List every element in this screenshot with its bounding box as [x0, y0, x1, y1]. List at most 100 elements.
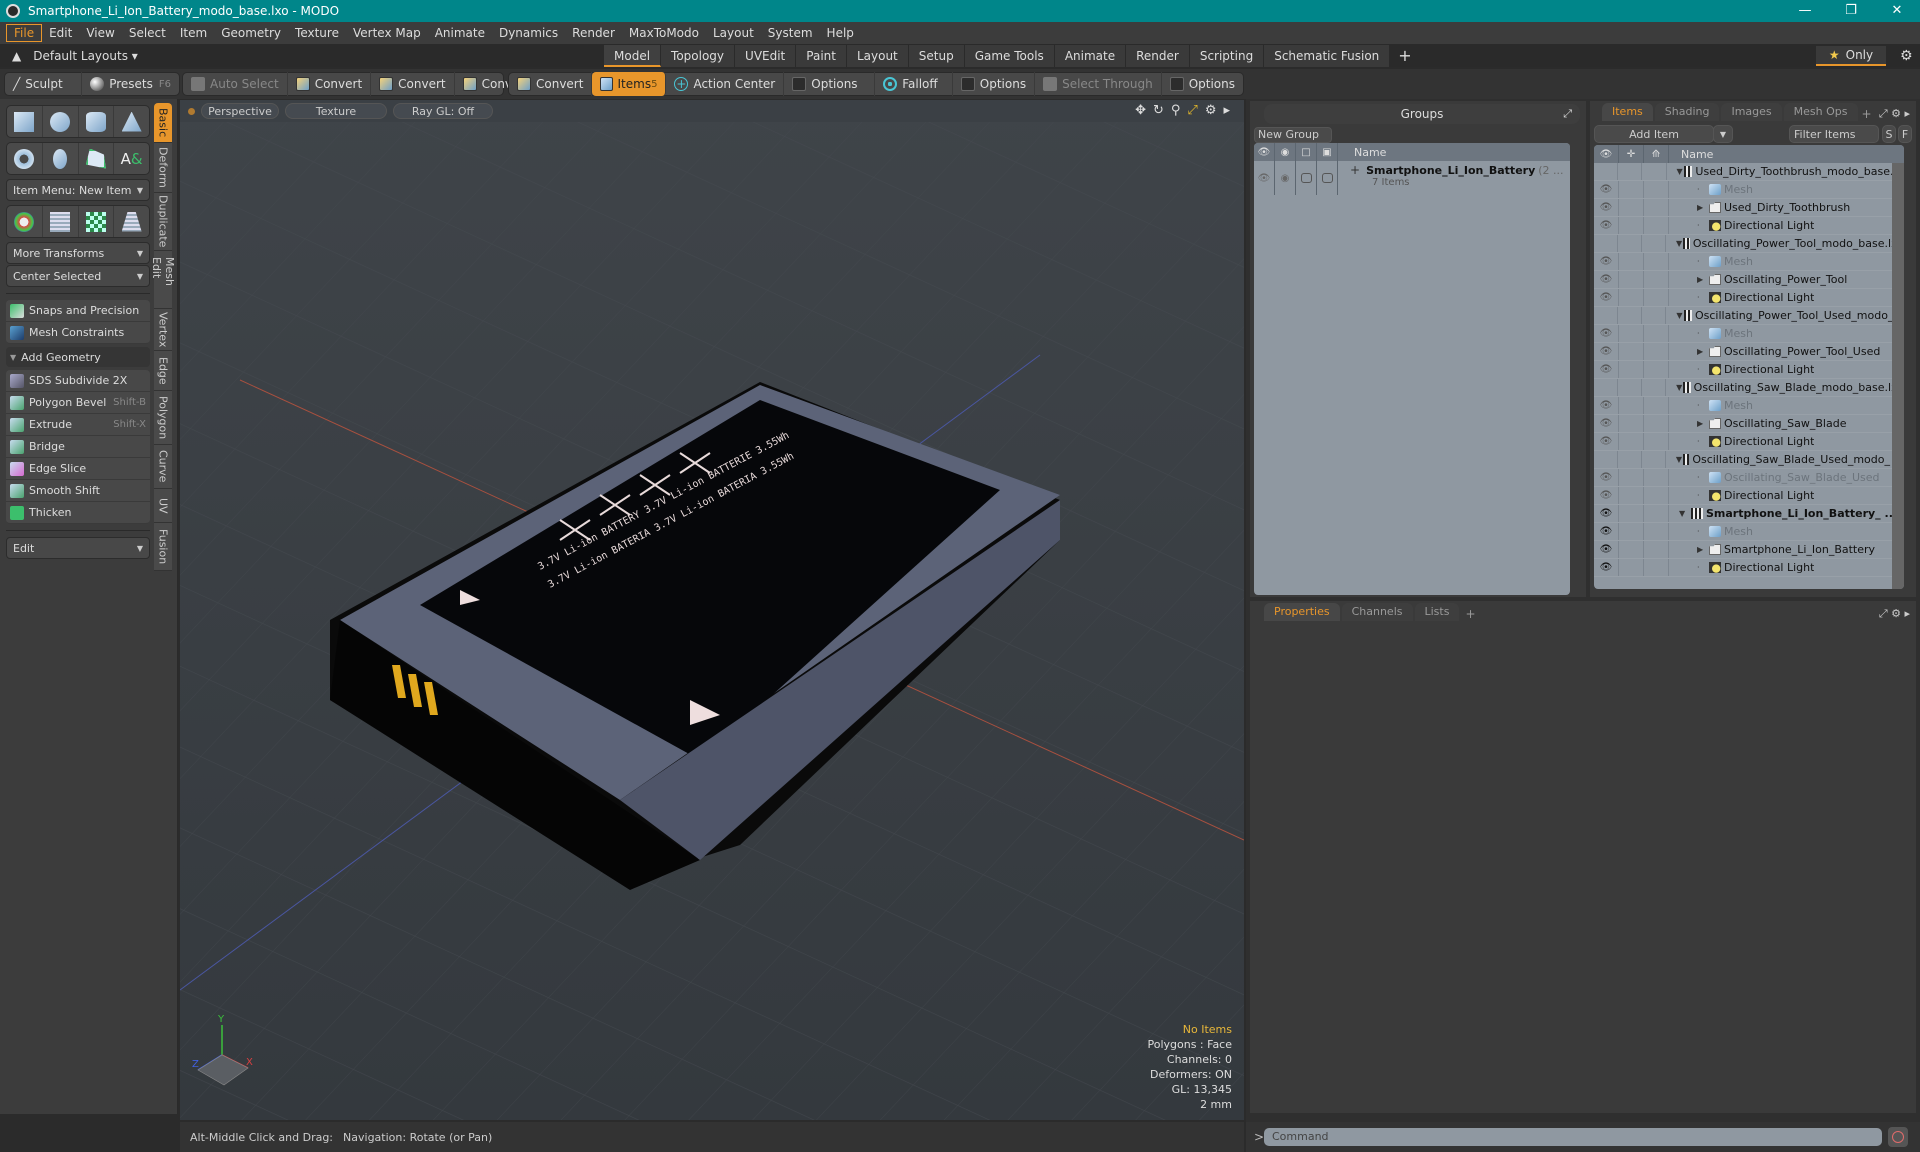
rotate-icon[interactable]: ↻ [1153, 103, 1164, 118]
item-row[interactable]: ▼ Oscillating_Saw_Blade_Used_modo_ ... [1594, 451, 1904, 469]
pivot-cell[interactable] [1619, 271, 1644, 288]
s-filter-button[interactable]: S [1882, 125, 1896, 143]
menu-animate[interactable]: Animate [428, 25, 492, 41]
pivot-cell[interactable] [1619, 325, 1644, 342]
text-tool[interactable]: A& [114, 143, 149, 174]
item-menu-dropdown[interactable]: Item Menu: New Item ▼ [6, 179, 150, 201]
tree-branch-icon[interactable]: · [1697, 257, 1709, 266]
capsule-tool[interactable] [43, 143, 79, 174]
tab-model[interactable]: Model [604, 45, 662, 67]
item-row[interactable]: ▼ Oscillating_Power_Tool_modo_base.lxo [1594, 235, 1904, 253]
locator-cell[interactable] [1644, 325, 1669, 342]
fit-view-icon[interactable]: ⤢ [1187, 103, 1197, 118]
locator-cell[interactable] [1644, 271, 1669, 288]
tree-branch-icon[interactable]: · [1697, 527, 1709, 536]
menu-item[interactable]: Item [173, 25, 214, 41]
pivot-cell[interactable] [1619, 361, 1644, 378]
expand-arrow-icon[interactable]: ▶ [1697, 347, 1709, 356]
pen-tool[interactable] [79, 143, 115, 174]
select-through-button[interactable]: Select Through [1035, 72, 1162, 96]
pivot-cell[interactable] [1619, 289, 1644, 306]
tab-animate[interactable]: Animate [1054, 45, 1127, 67]
locator-cell[interactable] [1644, 343, 1669, 360]
f-filter-button[interactable]: F [1898, 125, 1912, 143]
cone-tool[interactable] [114, 106, 149, 137]
tab-images[interactable]: Images [1721, 103, 1782, 121]
convert-button-1[interactable]: Convert [288, 72, 372, 96]
item-row[interactable]: 👁 · Mesh [1594, 253, 1904, 271]
eye-icon[interactable]: 👁 [1594, 433, 1619, 450]
add-tab-button[interactable]: + [1465, 607, 1475, 621]
locator-cell[interactable] [1644, 253, 1669, 270]
menu-help[interactable]: Help [820, 25, 861, 41]
pivot-cell[interactable] [1618, 379, 1643, 396]
pivot-cell[interactable] [1619, 199, 1644, 216]
vtab-basic[interactable]: Basic [154, 103, 172, 143]
locator-cell[interactable] [1644, 199, 1669, 216]
add-geometry-header[interactable]: ▼ Add Geometry [6, 347, 150, 367]
auto-select-button[interactable]: Auto Select [183, 72, 288, 96]
tree-branch-icon[interactable]: · [1697, 473, 1709, 482]
tree-branch-icon[interactable]: · [1697, 293, 1709, 302]
vtab-uv[interactable]: UV [154, 489, 172, 523]
locator-cell[interactable] [1644, 541, 1669, 558]
tab-scripting[interactable]: Scripting [1189, 45, 1265, 67]
action-center-button[interactable]: + Action Center [666, 72, 785, 96]
eye-icon[interactable]: 👁 [1594, 559, 1619, 576]
layout-toggle-icon[interactable]: ▲ [12, 49, 21, 63]
zoom-icon[interactable]: ⚲ [1171, 103, 1181, 118]
locator-cell[interactable] [1644, 397, 1669, 414]
item-row[interactable]: 👁 · Mesh [1594, 325, 1904, 343]
tab-mesh-ops[interactable]: Mesh Ops [1783, 103, 1858, 121]
locator-cell[interactable] [1642, 307, 1667, 324]
pivot-col-icon[interactable]: ✛ [1619, 145, 1644, 163]
menu-file[interactable]: File [6, 24, 43, 42]
expand-plus-icon[interactable]: + [1350, 163, 1360, 177]
eye-icon[interactable]: 👁 [1594, 325, 1619, 342]
polygon-bevel-button[interactable]: Polygon Bevel Shift-B [6, 392, 150, 414]
pivot-cell[interactable] [1619, 469, 1644, 486]
menu-geometry[interactable]: Geometry [214, 25, 288, 41]
locator-cell[interactable] [1642, 451, 1666, 468]
pivot-cell[interactable] [1618, 307, 1643, 324]
collapse-arrow-icon[interactable]: ▼ [1679, 509, 1691, 518]
expand-arrow-icon[interactable]: ▶ [1697, 275, 1709, 284]
edit-dropdown[interactable]: Edit ▼ [6, 537, 150, 559]
vtab-edge[interactable]: Edge [154, 351, 172, 391]
item-row[interactable]: 👁 · Directional Light [1594, 217, 1904, 235]
pivot-cell[interactable] [1619, 415, 1644, 432]
item-row[interactable]: 👁 ▶ Oscillating_Power_Tool_Used [1594, 343, 1904, 361]
lattice-tool[interactable] [43, 206, 79, 237]
item-row[interactable]: 👁 · Directional Light [1594, 361, 1904, 379]
smooth-shift-button[interactable]: Smooth Shift [6, 480, 150, 502]
eye-icon[interactable]: 👁 [1594, 289, 1619, 306]
expand-arrow-icon[interactable]: ▶ [1697, 203, 1709, 212]
uv-tool[interactable] [79, 206, 115, 237]
pivot-cell[interactable] [1619, 523, 1644, 540]
collapse-arrow-icon[interactable]: ▼ [1676, 455, 1683, 464]
falloff-button[interactable]: Falloff [875, 72, 953, 96]
cylinder-tool[interactable] [79, 106, 115, 137]
eye-icon[interactable]: 👁 [1594, 271, 1619, 288]
locator-cell[interactable] [1644, 289, 1669, 306]
tree-branch-icon[interactable]: · [1697, 563, 1709, 572]
vtab-mesh-edit[interactable]: Mesh Edit [150, 251, 176, 309]
menu-maxtomodo[interactable]: MaxToModo [622, 25, 706, 41]
visibility-col-icon[interactable]: 👁 [1594, 145, 1619, 163]
pivot-cell[interactable] [1619, 505, 1644, 522]
vtab-deform[interactable]: Deform [154, 143, 172, 193]
item-row[interactable]: 👁 · Mesh [1594, 181, 1904, 199]
tab-paint[interactable]: Paint [796, 45, 847, 67]
item-row[interactable]: 👁 · Directional Light [1594, 289, 1904, 307]
layout-preset-dropdown[interactable]: Default Layouts ▾ [33, 49, 138, 63]
viewport-gear-icon[interactable]: ⚙ [1205, 103, 1217, 118]
pivot-cell[interactable] [1619, 433, 1644, 450]
add-item-button[interactable]: Add Item [1594, 125, 1714, 143]
pivot-cell[interactable] [1619, 559, 1644, 576]
eye-icon[interactable]: 👁 [1594, 541, 1619, 558]
collapse-arrow-icon[interactable]: ▼ [1676, 239, 1683, 248]
extrude-button[interactable]: Extrude Shift-X [6, 414, 150, 436]
tree-branch-icon[interactable]: · [1697, 491, 1709, 500]
options-button-1[interactable]: Options [784, 72, 876, 96]
pivot-cell[interactable] [1619, 397, 1644, 414]
